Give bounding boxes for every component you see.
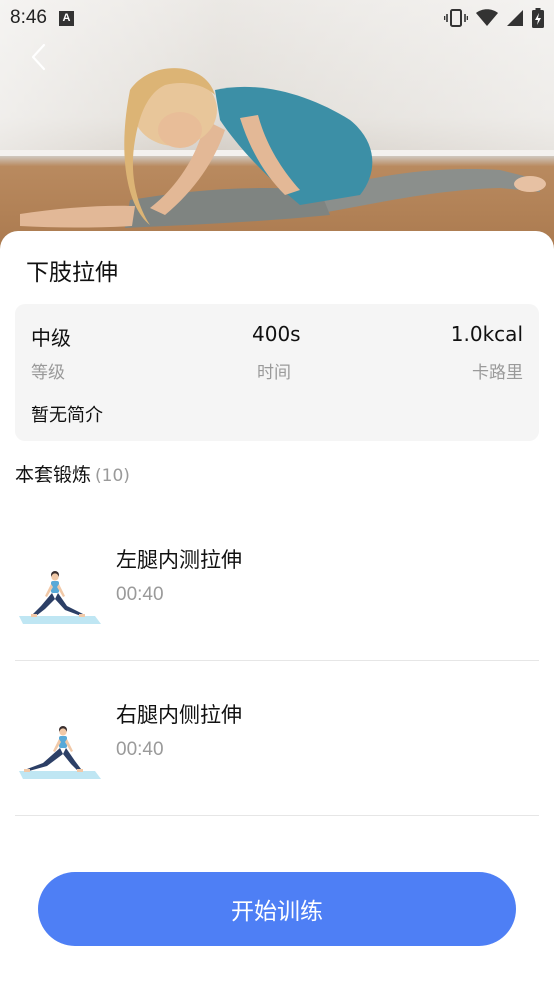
exercise-item[interactable]: 右腿内侧拉伸 00:40 [15,661,539,816]
notification-a-icon: A [58,10,74,26]
exercise-count: (10) [95,466,130,486]
workout-intro: 暂无简介 [31,405,103,426]
exercise-item[interactable]: 左腿内测拉伸 00:40 [15,506,539,661]
chevron-left-icon [31,43,46,71]
exercise-name: 左腿内测拉伸 [116,548,242,572]
stretch-right-figure-icon [19,726,101,779]
time-value: 400s [252,322,301,346]
calorie-label: 卡路里 [472,363,523,383]
time-label: 时间 [257,363,291,383]
stretch-left-figure-icon [19,571,101,624]
status-bar: 8:46 A [0,0,554,36]
calorie-value: 1.0kcal [450,322,523,346]
signal-icon [507,10,523,26]
battery-charging-icon [532,8,544,28]
exercise-section-title: 本套锻炼 (10) [15,460,130,487]
wifi-icon [476,9,498,26]
exercise-duration: 00:40 [116,739,164,760]
exercise-name: 右腿内侧拉伸 [116,703,242,727]
start-training-button[interactable]: 开始训练 [38,872,516,946]
exercise-section-label: 本套锻炼 [15,464,92,486]
workout-title: 下肢拉伸 [26,260,118,286]
workout-info-card: 中级 等级 400s 时间 1.0kcal 卡路里 暂无简介 [15,304,539,441]
level-label: 等级 [31,363,65,383]
vibrate-icon [444,9,468,27]
exercise-duration: 00:40 [116,584,164,605]
woman-stretching-photo [20,68,546,228]
level-value: 中级 [31,326,71,350]
back-button[interactable] [24,40,52,74]
status-time: 8:46 [10,7,47,28]
hero-image [0,0,554,260]
